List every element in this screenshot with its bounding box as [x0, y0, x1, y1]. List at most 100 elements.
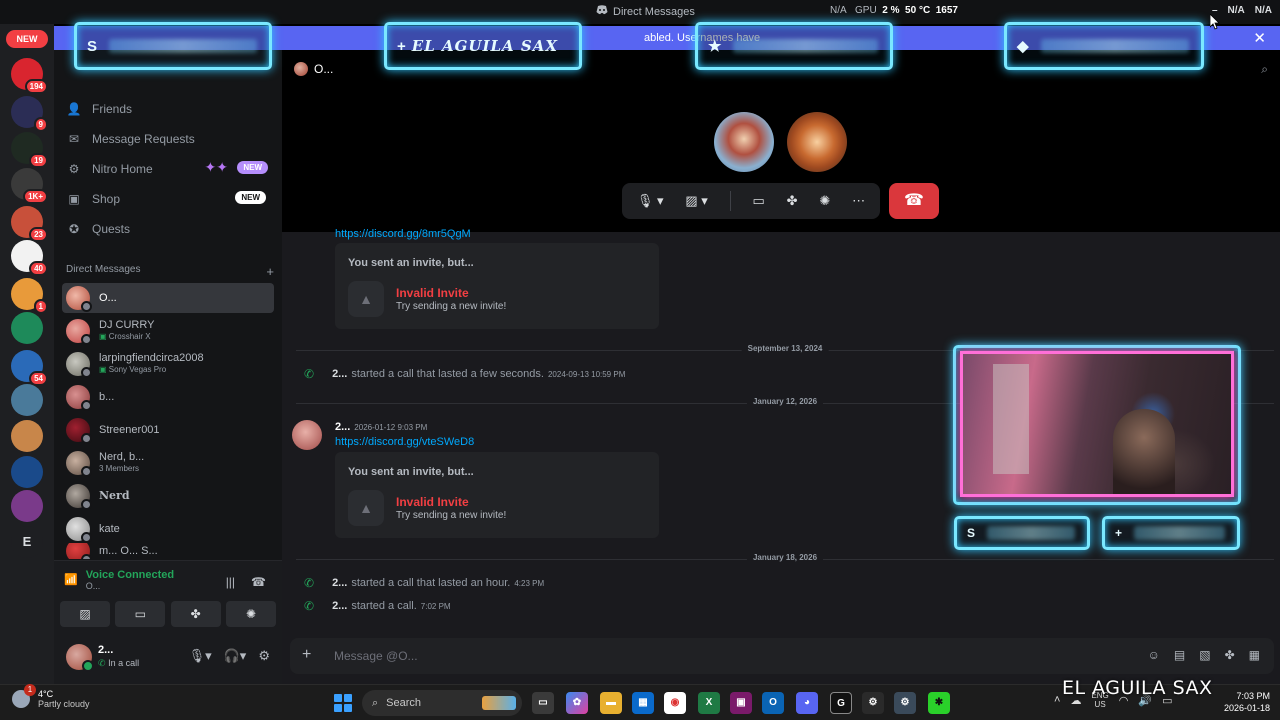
file-explorer-icon[interactable]: ▬	[600, 692, 622, 714]
game-icon: ▣	[99, 332, 107, 341]
chevron-up-icon[interactable]: ˄	[1054, 694, 1060, 706]
store-icon[interactable]: ▦	[632, 692, 654, 714]
xbox-icon[interactable]: X	[698, 692, 720, 714]
webcam-feed	[960, 351, 1234, 497]
server-icon[interactable]: 40	[11, 240, 48, 276]
nav-message-requests[interactable]: ✉ Message Requests	[62, 125, 274, 153]
sticker-icon[interactable]: ▧	[1199, 648, 1210, 662]
new-badge: NEW	[235, 191, 266, 204]
call-participant-avatar[interactable]	[714, 112, 774, 172]
call-system-message: ✆ 2... started a call. 7:02 PM	[304, 599, 451, 613]
gift-icon[interactable]: ▦	[1249, 648, 1260, 662]
microphone-icon[interactable]: 🎙▾	[189, 648, 212, 664]
dm-item[interactable]: O...	[62, 283, 274, 313]
friends-icon: 👤	[66, 102, 82, 116]
server-letter-icon[interactable]: E	[11, 526, 43, 558]
gif-icon[interactable]: ▤	[1174, 648, 1185, 662]
server-icon[interactable]: 19	[11, 132, 48, 168]
add-dm-button[interactable]: +	[266, 264, 274, 279]
server-icon[interactable]: 1K+	[11, 168, 48, 204]
message-link[interactable]: https://discord.gg/vteSWeD8	[335, 436, 474, 448]
activities-icon[interactable]: ✤	[787, 193, 798, 209]
nav-label: Quests	[92, 222, 131, 236]
server-icon[interactable]	[11, 312, 43, 344]
soundboard-button[interactable]: ✺	[225, 601, 276, 627]
copilot-icon[interactable]: ✿	[566, 692, 588, 714]
dm-item[interactable]: Nerd, b... 3 Members	[62, 448, 274, 478]
taskbar-search[interactable]: ⌕ Search	[362, 690, 522, 716]
call-controls: 🎙 ▾ ▨ ▾ ▭ ✤ ✺ ⋯	[622, 183, 880, 219]
outlook-icon[interactable]: O	[762, 692, 784, 714]
task-view-icon[interactable]: ▭	[532, 692, 554, 714]
microphone-toggle-icon[interactable]: 🎙 ▾	[637, 193, 664, 209]
avatar[interactable]	[292, 420, 322, 450]
server-icon[interactable]: 9	[11, 96, 48, 132]
overlay-symbol: S	[967, 526, 976, 540]
server-icon[interactable]	[11, 490, 43, 522]
disconnect-icon[interactable]: ☎	[251, 575, 266, 589]
message-author: 2... 2026-01-12 9:03 PM	[335, 421, 428, 433]
message-link[interactable]: https://discord.gg/8mr5QgM	[335, 228, 471, 240]
add-attachment-icon[interactable]: +	[302, 646, 311, 664]
avatar[interactable]	[66, 644, 94, 672]
nav-friends[interactable]: 👤 Friends	[62, 95, 274, 123]
server-icon[interactable]	[11, 456, 43, 488]
server-icon[interactable]: 194	[11, 58, 48, 94]
dm-item[interactable]: Streener001	[62, 415, 274, 445]
discord-taskbar-icon[interactable]: ◕	[796, 692, 818, 714]
headphones-icon[interactable]: 🎧▾	[224, 648, 247, 664]
new-badge[interactable]: NEW	[6, 30, 48, 48]
call-participant-avatar[interactable]	[787, 112, 847, 172]
message-input[interactable]: Message @O...	[334, 649, 418, 663]
settings-icon[interactable]: ⚙	[862, 692, 884, 714]
server-icon[interactable]	[11, 384, 43, 416]
soundboard-icon[interactable]: ✺	[819, 193, 830, 209]
settings-icon[interactable]: ⚙	[894, 692, 916, 714]
dm-item[interactable]: b...	[62, 382, 274, 412]
nav-label: Shop	[92, 192, 121, 206]
dm-item[interactable]: Nerd	[62, 481, 274, 511]
camera-off-button[interactable]: ▨	[60, 601, 110, 627]
apps-icon[interactable]: ✤	[1225, 648, 1235, 662]
server-icon[interactable]: 23	[11, 206, 48, 242]
dm-item[interactable]: larpingfiendcirca2008 ▣ Sony Vegas Pro	[62, 349, 274, 379]
date-divider: January 18, 2026	[296, 553, 1274, 562]
nav-shop[interactable]: ▣ Shop NEW	[62, 185, 274, 213]
dm-item[interactable]: kate	[62, 514, 274, 544]
app-icon[interactable]: G	[830, 692, 852, 714]
weather-icon: 1	[12, 684, 36, 708]
stream-watermark: EL AGUILA SAX	[1062, 677, 1213, 699]
server-icon[interactable]: 1	[11, 278, 48, 314]
weather-widget[interactable]: 1 4°C Partly cloudy	[12, 684, 90, 709]
dm-item[interactable]: DJ CURRY ▣ Crosshair X	[62, 316, 274, 346]
razer-icon[interactable]: ✱	[928, 692, 950, 714]
windows-start-icon[interactable]	[334, 694, 352, 712]
message-composer[interactable]: + Message @O... ☺ ▤ ▧ ✤ ▦	[290, 638, 1274, 674]
search-icon[interactable]: ⌕	[1261, 62, 1268, 77]
overlay-tile: +	[1102, 516, 1240, 550]
screen-share-button[interactable]: ▭	[115, 601, 166, 627]
chrome-icon[interactable]: ◉	[664, 692, 686, 714]
voice-status[interactable]: 📶 Voice Connected O...	[64, 569, 174, 591]
app-icon[interactable]: ▣	[730, 692, 752, 714]
server-icon[interactable]	[11, 420, 43, 452]
envelope-icon: ✉	[68, 132, 80, 146]
close-icon[interactable]: ✕	[1253, 29, 1266, 47]
nav-quests[interactable]: ✪ Quests	[62, 215, 274, 243]
hangup-button[interactable]: ☎	[889, 183, 939, 219]
window-controls[interactable]: – N/A N/A	[1212, 5, 1272, 16]
clock[interactable]: 7:03 PM 2026-01-18	[1224, 690, 1270, 714]
activities-button[interactable]: ✤	[170, 601, 221, 627]
dm-item[interactable]: m... O... S...	[62, 543, 274, 559]
nav-nitro-home[interactable]: ⚙ Nitro Home ✦✦ NEW	[62, 155, 274, 183]
server-icon[interactable]: 54	[11, 350, 48, 386]
invite-header: You sent an invite, but...	[348, 257, 474, 269]
invalid-invite-icon: ▲	[348, 281, 384, 317]
more-icon[interactable]: ⋯	[852, 193, 865, 209]
gear-icon[interactable]: ⚙	[258, 648, 270, 664]
noise-suppression-icon[interactable]: |||	[226, 575, 235, 589]
screen-share-icon[interactable]: ▭	[752, 193, 764, 209]
emoji-icon[interactable]: ☺	[1148, 648, 1160, 662]
camera-off-icon[interactable]: ▨ ▾	[685, 193, 707, 209]
clock-date: 2026-01-18	[1223, 703, 1270, 713]
